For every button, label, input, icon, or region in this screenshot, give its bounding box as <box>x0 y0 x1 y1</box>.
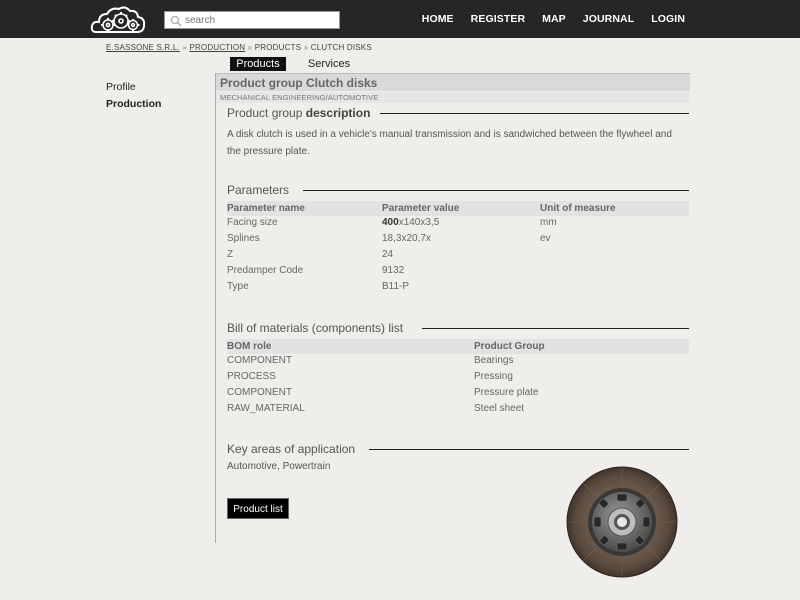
parameter-name: Facing size <box>227 217 278 228</box>
bom-product-group: Pressure plate <box>474 387 539 398</box>
bom-product-group: Pressing <box>474 371 513 382</box>
main-nav: HOME REGISTER MAP JOURNAL LOGIN <box>422 0 685 38</box>
parameter-name: Splines <box>227 233 260 244</box>
parameter-value-rest: x140x3,5 <box>398 217 440 228</box>
bom-product-group: Bearings <box>474 355 514 366</box>
bom-role: RAW_MATERIAL <box>227 403 305 414</box>
parameters-heading: Parameters <box>227 183 290 197</box>
breadcrumb-current: CLUTCH DISKS <box>310 43 372 52</box>
sidebar-item-production[interactable]: Production <box>106 97 161 114</box>
search-icon <box>170 15 182 27</box>
tab-services[interactable]: Services <box>300 57 358 71</box>
nav-map-link[interactable]: MAP <box>542 13 566 25</box>
table-row: Z 24 <box>227 249 689 265</box>
breadcrumb-separator: » <box>303 43 309 52</box>
column-header-parameter-name: Parameter name <box>227 203 305 214</box>
nav-journal-link[interactable]: JOURNAL <box>583 13 634 25</box>
clutch-disk-image <box>566 466 678 578</box>
parameter-value-bold: 400 <box>382 217 399 228</box>
sidebar: Profile Production <box>106 80 161 114</box>
cloud-gears-logo[interactable] <box>90 4 146 36</box>
product-group-title: Product group Clutch disks <box>220 76 378 90</box>
bom-heading: Bill of materials (components) list <box>227 321 404 335</box>
tab-products[interactable]: Products <box>230 57 286 71</box>
bom-role: COMPONENT <box>227 355 292 366</box>
product-group-header: Product group Clutch disks <box>216 73 690 91</box>
section-rule <box>303 190 689 191</box>
table-row: Type B11-P <box>227 281 689 297</box>
breadcrumb-products: PRODUCTS <box>254 43 302 52</box>
parameter-unit: ev <box>540 233 551 244</box>
column-header-product-group: Product Group <box>474 341 545 352</box>
table-row: COMPONENT Pressure plate <box>227 387 689 403</box>
section-rule <box>369 449 689 450</box>
breadcrumb-separator: » <box>247 43 253 52</box>
parameter-value: B11-P <box>382 281 410 292</box>
description-heading-prefix: Product group <box>227 106 303 120</box>
table-row: Predamper Code 9132 <box>227 265 689 281</box>
table-row: RAW_MATERIAL Steel sheet <box>227 403 689 419</box>
description-text: A disk clutch is used in a vehicle's man… <box>227 129 672 157</box>
key-areas-heading: Key areas of application <box>227 442 356 456</box>
section-rule <box>380 113 689 114</box>
product-group-category-bar: MECHANICAL ENGINEERING/AUTOMOTIVE <box>216 92 690 103</box>
breadcrumb-company-link[interactable]: E.SASSONE S.R.L. <box>106 43 180 52</box>
breadcrumb-production-link[interactable]: PRODUCTION <box>189 43 245 52</box>
column-header-parameter-value: Parameter value <box>382 203 460 214</box>
bom-product-group: Steel sheet <box>474 403 525 414</box>
parameter-unit: mm <box>540 217 557 228</box>
parameter-value: 400x140x3,5 <box>382 217 439 228</box>
parameter-value: 9132 <box>382 265 405 276</box>
nav-home-link[interactable]: HOME <box>422 13 454 25</box>
bom-table-header: BOM role Product Group <box>227 339 689 354</box>
parameter-value: 18,3x20,7x <box>382 233 431 244</box>
parameter-value: 24 <box>382 249 394 260</box>
breadcrumb: E.SASSONE S.R.L. » PRODUCTION » PRODUCTS… <box>106 43 372 52</box>
search-box <box>164 11 340 29</box>
nav-register-link[interactable]: REGISTER <box>471 13 525 25</box>
bom-role: COMPONENT <box>227 387 292 398</box>
sidebar-item-profile[interactable]: Profile <box>106 80 161 97</box>
breadcrumb-separator: » <box>182 43 187 52</box>
product-list-button[interactable]: Product list <box>227 498 289 519</box>
parameters-table-header: Parameter name Parameter value Unit of m… <box>227 201 689 216</box>
parameter-name: Type <box>227 281 249 292</box>
column-header-unit: Unit of measure <box>540 203 616 214</box>
table-row: PROCESS Pressing <box>227 371 689 387</box>
description-heading-bold: description <box>305 106 371 120</box>
column-header-bom-role: BOM role <box>227 341 272 352</box>
key-areas-text: Automotive, Powertrain <box>227 461 331 472</box>
parameter-name: Predamper Code <box>227 265 304 276</box>
section-rule <box>422 328 689 329</box>
nav-login-link[interactable]: LOGIN <box>651 13 685 25</box>
parameter-name: Z <box>227 249 234 260</box>
bom-role: PROCESS <box>227 371 276 382</box>
table-row: Splines 18,3x20,7x ev <box>227 233 689 249</box>
search-input[interactable] <box>185 12 335 28</box>
top-navigation-bar: HOME REGISTER MAP JOURNAL LOGIN <box>0 0 800 38</box>
table-row: Facing size 400x140x3,5 mm <box>227 217 689 233</box>
content-divider <box>215 73 216 543</box>
table-row: COMPONENT Bearings <box>227 355 689 371</box>
product-group-category: MECHANICAL ENGINEERING/AUTOMOTIVE <box>220 93 379 102</box>
description-heading: Product group description <box>227 106 370 122</box>
